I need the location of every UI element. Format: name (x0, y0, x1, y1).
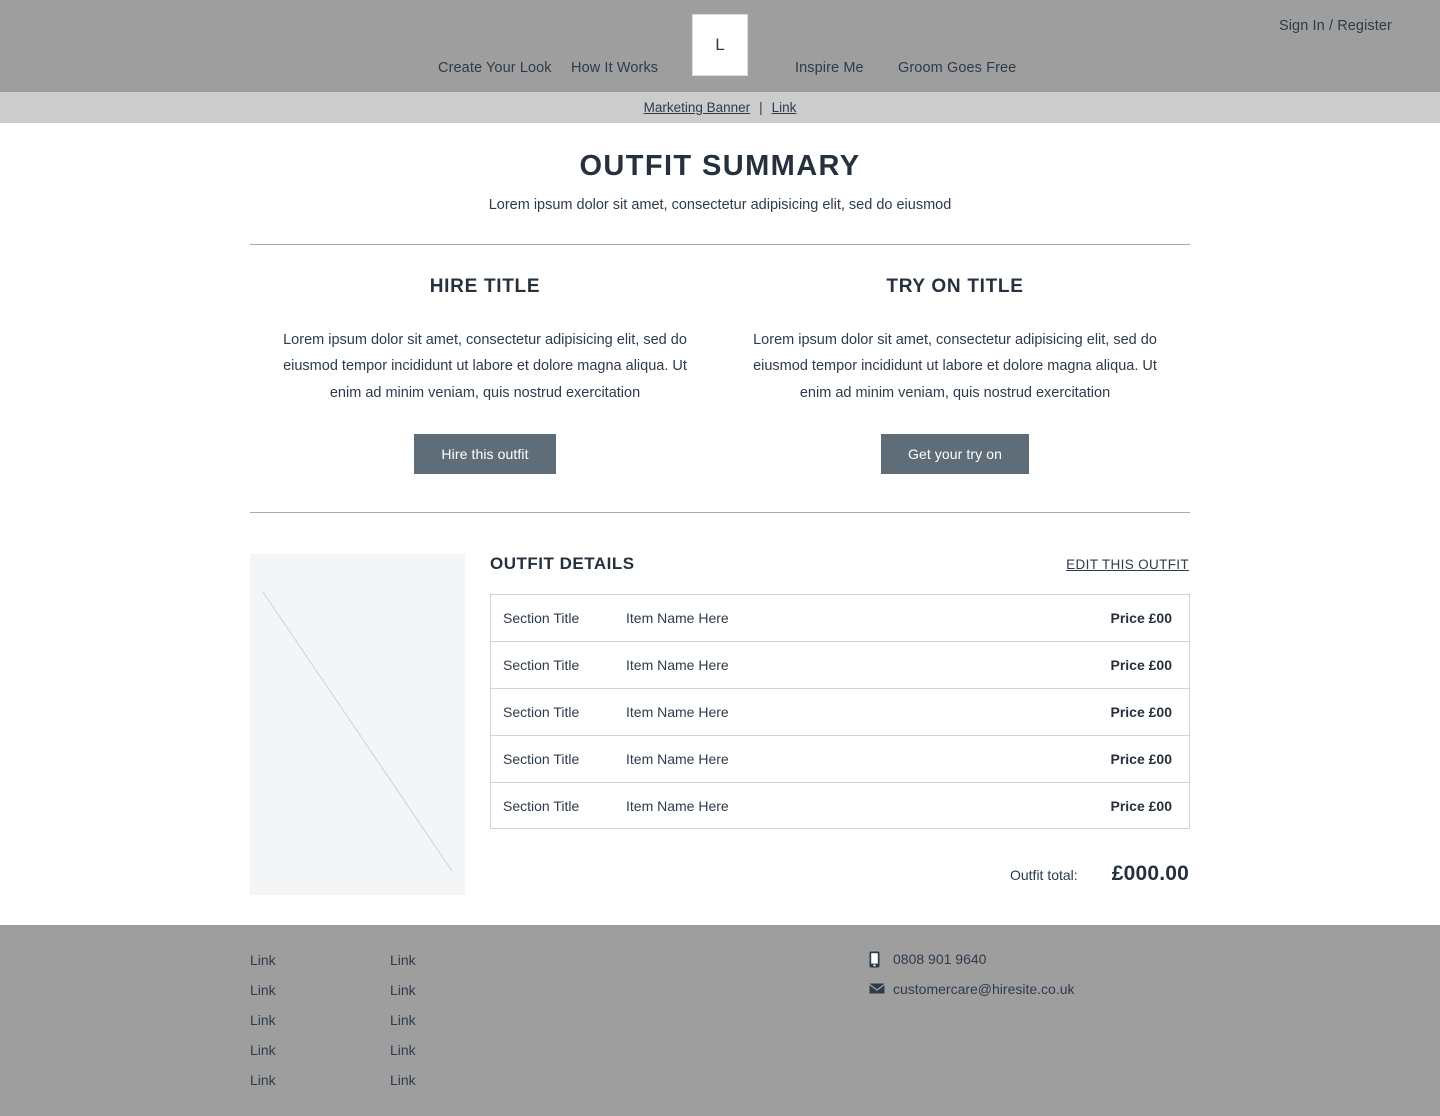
marketing-banner-text[interactable]: Marketing Banner (644, 100, 751, 115)
cell-price: Price £00 (1110, 610, 1173, 627)
footer-link[interactable]: Link (390, 1065, 530, 1095)
nav-item-inspire-me[interactable]: Inspire Me (795, 60, 864, 76)
nav-item-groom-goes-free[interactable]: Groom Goes Free (898, 60, 1016, 76)
outfit-total-label: Outfit total: (1009, 867, 1078, 884)
main-content: OUTFIT SUMMARY Lorem ipsum dolor sit ame… (0, 123, 1440, 896)
footer-link[interactable]: Link (250, 1065, 390, 1095)
cell-item-name: Item Name Here (626, 657, 729, 674)
primary-navigation: Create Your Look How It Works Inspire Me… (0, 60, 1440, 80)
footer-email-address: customercare@hiresite.co.uk (893, 981, 1075, 997)
page-title: OUTFIT SUMMARY (579, 150, 861, 182)
edit-this-outfit-link[interactable]: EDIT THIS OUTFIT (1066, 557, 1189, 572)
nav-item-create-your-look[interactable]: Create Your Look (438, 60, 552, 76)
cell-item-name: Item Name Here (626, 610, 729, 627)
cell-price: Price £00 (1110, 704, 1173, 721)
marketing-banner-separator: | (759, 100, 763, 115)
tryon-column: TRY ON TITLE Lorem ipsum dolor sit amet,… (720, 245, 1190, 475)
logo-letter: L (715, 35, 725, 54)
outfit-total-row: Outfit total: £000.00 (490, 862, 1190, 886)
cell-price: Price £00 (1110, 751, 1173, 768)
footer-contact-block: 0808 901 9640 customercare@hiresite.co.u… (869, 944, 1075, 1004)
footer-link[interactable]: Link (250, 1005, 390, 1035)
hire-this-outfit-button[interactable]: Hire this outfit (414, 434, 556, 475)
footer-link-column-2: Link Link Link Link Link (390, 945, 530, 1095)
table-row[interactable]: Section Title Item Name Here Price £00 (490, 735, 1190, 783)
cell-price: Price £00 (1110, 657, 1173, 674)
footer-link[interactable]: Link (250, 1035, 390, 1065)
outfit-image-placeholder (250, 554, 465, 896)
cell-section-title: Section Title (503, 751, 580, 768)
sign-in-register-link[interactable]: Sign In / Register (1279, 18, 1392, 34)
footer-link[interactable]: Link (250, 945, 390, 975)
footer-link-column-1: Link Link Link Link Link (250, 945, 390, 1095)
marketing-banner-link[interactable]: Link (772, 100, 797, 115)
footer-link[interactable]: Link (390, 945, 530, 975)
cell-price: Price £00 (1110, 797, 1173, 814)
footer-phone-number: 0808 901 9640 (893, 951, 987, 967)
page-subtitle: Lorem ipsum dolor sit amet, consectetur … (488, 197, 952, 213)
cell-section-title: Section Title (503, 797, 580, 814)
outfit-items-table: Section Title Item Name Here Price £00 S… (490, 594, 1190, 830)
tryon-description: Lorem ipsum dolor sit amet, consectetur … (753, 332, 1157, 401)
site-header: Sign In / Register L Create Your Look Ho… (0, 0, 1440, 92)
table-row[interactable]: Section Title Item Name Here Price £00 (490, 594, 1190, 642)
cell-item-name: Item Name Here (626, 751, 729, 768)
table-row[interactable]: Section Title Item Name Here Price £00 (490, 688, 1190, 736)
get-your-try-on-button[interactable]: Get your try on (880, 434, 1030, 475)
table-row[interactable]: Section Title Item Name Here Price £00 (490, 641, 1190, 689)
cell-section-title: Section Title (503, 704, 580, 721)
envelope-icon (869, 983, 891, 995)
table-row[interactable]: Section Title Item Name Here Price £00 (490, 782, 1190, 830)
site-footer: Link Link Link Link Link Link Link Link … (0, 925, 1440, 1116)
footer-inner: Link Link Link Link Link Link Link Link … (250, 925, 1190, 1095)
cell-section-title: Section Title (503, 610, 580, 627)
divider-bottom (250, 512, 1190, 514)
footer-phone-row[interactable]: 0808 901 9640 (869, 944, 1075, 974)
footer-link[interactable]: Link (250, 975, 390, 1005)
nav-item-how-it-works[interactable]: How It Works (571, 60, 658, 76)
footer-link[interactable]: Link (390, 1035, 530, 1065)
footer-link[interactable]: Link (390, 975, 530, 1005)
outfit-details-header: OUTFIT DETAILS EDIT THIS OUTFIT (490, 554, 1190, 574)
hire-tryon-columns: HIRE TITLE Lorem ipsum dolor sit amet, c… (250, 245, 1190, 475)
cell-item-name: Item Name Here (626, 704, 729, 721)
cell-item-name: Item Name Here (626, 797, 729, 814)
outfit-total-value: £000.00 (1111, 862, 1189, 886)
marketing-banner: Marketing Banner | Link (0, 92, 1440, 123)
tryon-title: TRY ON TITLE (886, 276, 1024, 297)
outfit-details-title: OUTFIT DETAILS (490, 554, 635, 574)
diagonal-line-icon (262, 591, 453, 872)
outfit-details-panel: OUTFIT DETAILS EDIT THIS OUTFIT Section … (490, 554, 1190, 886)
hire-column: HIRE TITLE Lorem ipsum dolor sit amet, c… (250, 245, 720, 475)
footer-link[interactable]: Link (390, 1005, 530, 1035)
hire-description: Lorem ipsum dolor sit amet, consectetur … (283, 332, 687, 401)
mobile-phone-icon (869, 951, 891, 968)
cell-section-title: Section Title (503, 657, 580, 674)
footer-email-row[interactable]: customercare@hiresite.co.uk (869, 974, 1075, 1004)
outfit-details-section: OUTFIT DETAILS EDIT THIS OUTFIT Section … (250, 554, 1190, 896)
hire-title: HIRE TITLE (429, 276, 541, 297)
